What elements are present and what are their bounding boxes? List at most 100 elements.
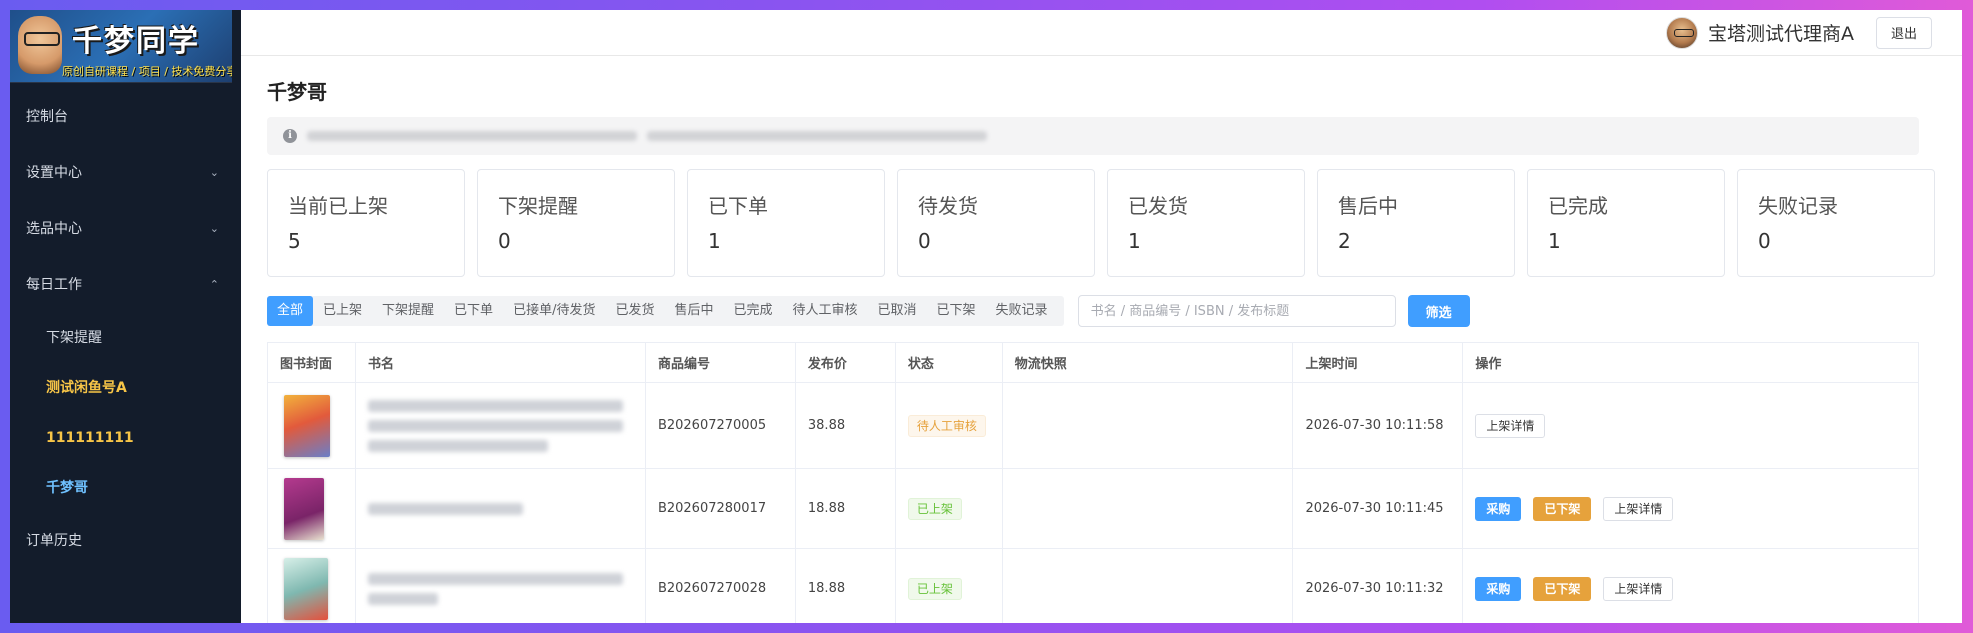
listing-detail-button[interactable]: 上架详情 — [1603, 496, 1674, 521]
chevron-down-icon: ⌄ — [209, 166, 219, 179]
sidebar-subitem-delist-alert[interactable]: 下架提醒 — [10, 313, 241, 363]
table-row: B202607280017 18.88 已上架 2026-07-30 10:11… — [267, 468, 1919, 549]
time-cell: 2026-07-30 10:11:45 — [1292, 468, 1464, 549]
cover-cell — [267, 548, 356, 623]
status-tabs: 全部 已上架 下架提醒 已下单 已接单/待发货 已发货 售后中 已完成 待人工审… — [267, 296, 1064, 326]
table-header-row: 图书封面 书名 商品编号 发布价 状态 物流快照 上架时间 操作 — [267, 342, 1919, 383]
logo-subtitle: 原创自研课程 / 项目 / 技术免费分享 — [62, 65, 232, 78]
stat-label: 已发货 — [1128, 194, 1188, 218]
stats-row: 当前已上架 5 下架提醒 0 已下单 1 待发货 0 已发货 1 售后中 2 已完成 1 失败… — [267, 169, 1935, 277]
filter-button[interactable]: 筛选 — [1407, 295, 1470, 327]
status-badge: 待人工审核 — [907, 414, 986, 437]
logistics-cell — [1001, 548, 1294, 623]
tab-listed[interactable]: 已上架 — [313, 296, 372, 326]
stat-value: 0 — [918, 229, 931, 253]
price-cell: 18.88 — [794, 468, 896, 549]
price-cell: 38.88 — [794, 382, 896, 469]
stat-value: 1 — [1548, 229, 1561, 253]
sidebar-item-settings[interactable]: 设置中心 ⌄ — [10, 145, 241, 201]
column-header: 状态 — [894, 342, 1003, 383]
book-title-redacted — [367, 572, 645, 605]
stat-card-ordered[interactable]: 已下单 1 — [687, 169, 885, 277]
info-icon: i — [283, 129, 297, 143]
logo-title: 千梦同学 — [72, 24, 200, 59]
sidebar-subitem-account-a[interactable]: 测试闲鱼号A — [10, 363, 241, 413]
tab-delisted[interactable]: 已下架 — [927, 296, 986, 326]
stat-value: 1 — [1128, 229, 1141, 253]
time-cell: 2026-07-30 10:11:32 — [1292, 548, 1464, 623]
tab-after-sale[interactable]: 售后中 — [664, 296, 723, 326]
logout-button[interactable]: 退出 — [1875, 16, 1932, 49]
page-title: 千梦哥 — [267, 80, 327, 104]
title-cell — [354, 468, 646, 549]
sidebar-item-label: 每日工作 — [26, 277, 82, 293]
user-avatar-icon[interactable] — [1665, 16, 1698, 49]
logistics-cell — [1001, 468, 1294, 549]
tab-failed[interactable]: 失败记录 — [986, 296, 1058, 326]
sidebar-item-dashboard[interactable]: 控制台 — [10, 89, 241, 145]
stat-label: 已下单 — [708, 194, 768, 218]
sku-cell: B202607270028 — [644, 548, 796, 623]
purchase-button[interactable]: 采购 — [1475, 496, 1522, 521]
book-cover-image[interactable] — [284, 477, 324, 540]
app-window: 千梦同学 原创自研课程 / 项目 / 技术免费分享 控制台 设置中心 ⌄ 选品中… — [10, 10, 1962, 623]
cover-cell — [267, 382, 356, 469]
stat-label: 售后中 — [1338, 194, 1398, 218]
stat-card-after-sale[interactable]: 售后中 2 — [1317, 169, 1515, 277]
stat-card-shipped[interactable]: 已发货 1 — [1107, 169, 1305, 277]
status-cell: 待人工审核 — [894, 382, 1003, 469]
book-cover-image[interactable] — [284, 394, 330, 457]
stat-card-failed[interactable]: 失败记录 0 — [1737, 169, 1935, 277]
book-title-redacted — [367, 502, 645, 515]
stat-value: 5 — [288, 229, 301, 253]
column-header: 操作 — [1462, 342, 1919, 383]
stat-value: 1 — [708, 229, 721, 253]
tab-accepted[interactable]: 已接单/待发货 — [503, 296, 605, 326]
avatar-icon — [18, 16, 62, 74]
logo[interactable]: 千梦同学 原创自研课程 / 项目 / 技术免费分享 — [10, 10, 232, 83]
stat-card-delist-alert[interactable]: 下架提醒 0 — [477, 169, 675, 277]
tab-completed[interactable]: 已完成 — [723, 296, 782, 326]
sidebar-item-order-history[interactable]: 订单历史 — [10, 513, 241, 569]
stat-card-listed[interactable]: 当前已上架 5 — [267, 169, 465, 277]
delist-button[interactable]: 已下架 — [1533, 576, 1592, 601]
sidebar-item-label: 控制台 — [26, 109, 68, 125]
status-badge: 已上架 — [907, 497, 962, 520]
table-row: B202607270028 18.88 已上架 2026-07-30 10:11… — [267, 548, 1919, 623]
stat-label: 下架提醒 — [498, 194, 578, 218]
table-row: 课 外 B202607270005 38.88 待人工审核 2026-07-30… — [267, 382, 1919, 469]
tab-ordered[interactable]: 已下单 — [444, 296, 503, 326]
tab-shipped[interactable]: 已发货 — [605, 296, 664, 326]
stat-label: 已完成 — [1548, 194, 1608, 218]
sidebar-item-selection[interactable]: 选品中心 ⌄ — [10, 201, 241, 257]
search-input[interactable] — [1077, 295, 1396, 327]
listing-detail-button[interactable]: 上架详情 — [1475, 413, 1546, 438]
tab-all[interactable]: 全部 — [267, 296, 314, 326]
sku-cell: B202607270005 — [644, 382, 796, 469]
sidebar-item-daily-work[interactable]: 每日工作 ⌃ — [10, 257, 241, 313]
stat-value: 0 — [1758, 229, 1771, 253]
sidebar-item-label: 设置中心 — [26, 165, 82, 181]
stat-label: 失败记录 — [1758, 194, 1838, 218]
sidebar-subitem-account-111[interactable]: 111111111 — [10, 413, 241, 463]
tab-manual-review[interactable]: 待人工审核 — [783, 296, 868, 326]
tab-cancelled[interactable]: 已取消 — [868, 296, 927, 326]
status-cell: 已上架 — [894, 548, 1003, 623]
stat-card-pending-ship[interactable]: 待发货 0 — [897, 169, 1095, 277]
listing-detail-button[interactable]: 上架详情 — [1603, 576, 1674, 601]
filter-bar: 全部 已上架 下架提醒 已下单 已接单/待发货 已发货 售后中 已完成 待人工审… — [267, 295, 1470, 327]
stat-value: 0 — [498, 229, 511, 253]
sidebar-subitem-qianmengge[interactable]: 千梦哥 — [10, 463, 241, 513]
sidebar-item-label: 选品中心 — [26, 221, 82, 237]
stat-value: 2 — [1338, 229, 1351, 253]
notice-banner: i — [267, 117, 1919, 155]
stat-card-completed[interactable]: 已完成 1 — [1527, 169, 1725, 277]
delist-button[interactable]: 已下架 — [1533, 496, 1592, 521]
purchase-button[interactable]: 采购 — [1475, 576, 1522, 601]
tab-delist-alert[interactable]: 下架提醒 — [372, 296, 444, 326]
chevron-up-icon: ⌃ — [209, 278, 219, 291]
notice-redacted-text — [307, 131, 637, 141]
logistics-cell — [1001, 382, 1294, 469]
book-cover-image[interactable] — [284, 557, 328, 620]
product-table: 图书封面 书名 商品编号 发布价 状态 物流快照 上架时间 操作 B202607… — [267, 342, 1919, 623]
